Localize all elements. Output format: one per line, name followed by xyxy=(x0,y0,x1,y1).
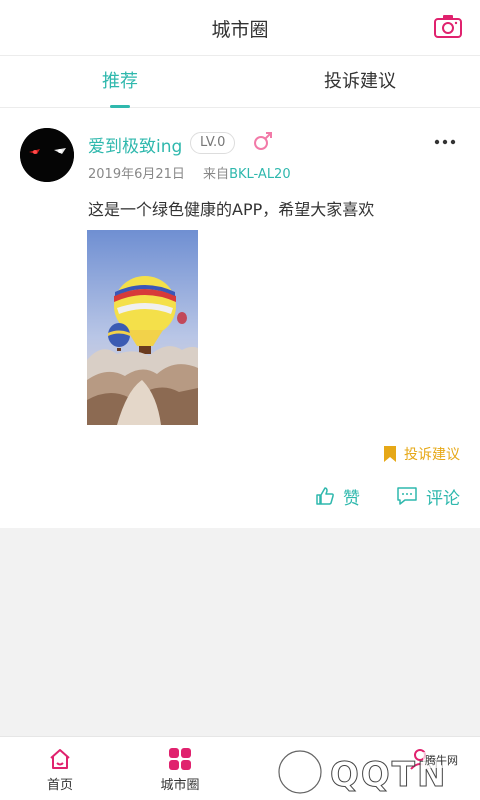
home-icon xyxy=(50,749,70,769)
tab-complaints-label: 投诉建议 xyxy=(324,71,396,92)
like-label: 赞 xyxy=(343,488,360,509)
post-content: 这是一个绿色健康的APP，希望大家喜欢 xyxy=(88,200,375,219)
post-meta: 2019年6月21日 来自BKL-AL20 xyxy=(88,163,291,182)
avatar[interactable] xyxy=(20,128,74,182)
post-image[interactable] xyxy=(87,230,198,425)
nav-city-circle-label: 城市圈 xyxy=(160,778,200,793)
nav-home-label: 首页 xyxy=(46,778,73,793)
username[interactable]: 爱到极致ing xyxy=(88,132,182,157)
top-bar: 城市圈 xyxy=(0,0,480,56)
camera-icon[interactable] xyxy=(434,14,462,38)
bookmark-icon xyxy=(384,446,396,462)
balloon-photo xyxy=(87,230,198,425)
qqtn-watermark-logo: QQTN xyxy=(278,750,446,796)
watermark-small-text: 腾牛网 xyxy=(423,752,460,768)
device-name: BKL-AL20 xyxy=(229,167,291,182)
nav-home[interactable]: 首页 xyxy=(0,737,120,800)
post-date: 2019年6月21日 xyxy=(88,167,185,182)
level-badge: LV.0 xyxy=(190,132,236,154)
comment-icon xyxy=(397,487,417,505)
thumbs-up-icon xyxy=(316,487,334,505)
like-button[interactable]: 赞 xyxy=(315,484,360,509)
more-options-icon[interactable] xyxy=(434,132,456,152)
tab-recommend[interactable]: 推荐 xyxy=(0,56,240,108)
tab-complaints[interactable]: 投诉建议 xyxy=(240,56,480,108)
from-label: 来自 xyxy=(203,167,230,182)
nav-city-circle[interactable]: 城市圈 xyxy=(120,737,240,800)
post-actions: 赞 评论 xyxy=(315,484,460,509)
tab-bar: 推荐 投诉建议 xyxy=(0,56,480,108)
grid-icon xyxy=(169,748,191,770)
complaint-link[interactable]: 投诉建议 xyxy=(384,444,460,464)
avatar-image xyxy=(20,128,74,182)
male-icon xyxy=(254,132,272,150)
comment-label: 评论 xyxy=(426,488,460,509)
page-title: 城市圈 xyxy=(211,19,269,41)
post-card: 爱到极致ing LV.0 2019年6月21日 来自BKL-AL20 这是一个绿… xyxy=(0,108,480,528)
comment-button[interactable]: 评论 xyxy=(396,484,460,509)
tab-recommend-label: 推荐 xyxy=(102,71,138,92)
complaint-label: 投诉建议 xyxy=(404,447,460,463)
